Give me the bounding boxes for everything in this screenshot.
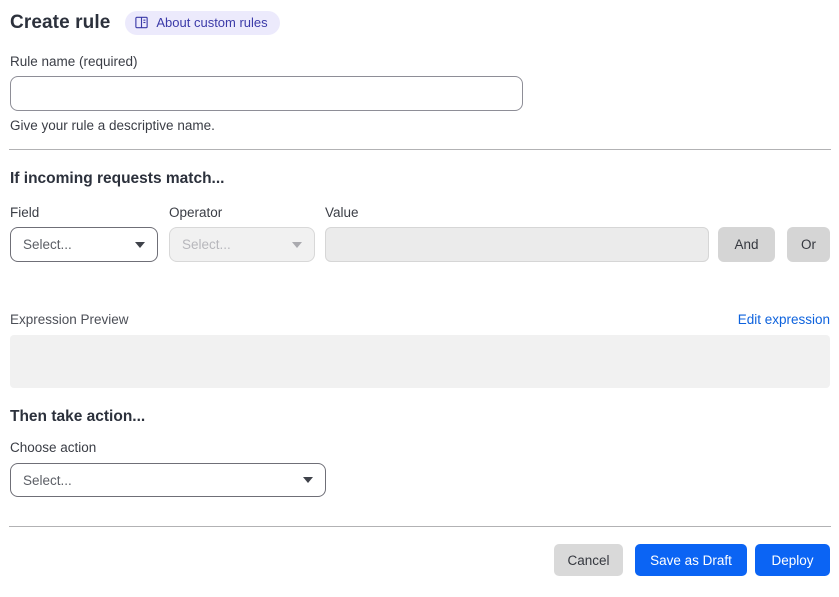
- operator-select[interactable]: Select...: [169, 227, 315, 262]
- rule-name-input[interactable]: [10, 76, 523, 111]
- section-divider: [9, 149, 831, 150]
- builder-row: Select... Select... And Or: [10, 227, 830, 262]
- or-button[interactable]: Or: [787, 227, 830, 262]
- rule-name-help: Give your rule a descriptive name.: [10, 118, 215, 133]
- footer-divider: [9, 526, 831, 527]
- match-section-heading: If incoming requests match...: [10, 170, 225, 187]
- operator-label: Operator: [169, 205, 223, 220]
- footer-actions: Cancel Save as Draft Deploy: [10, 544, 830, 576]
- field-label: Field: [10, 205, 40, 220]
- operator-select-value: Select...: [182, 237, 231, 252]
- chevron-down-icon: [292, 241, 302, 248]
- value-input[interactable]: [325, 227, 709, 262]
- page-title: Create rule: [10, 11, 111, 33]
- field-select[interactable]: Select...: [10, 227, 158, 262]
- about-badge-label: About custom rules: [156, 15, 268, 30]
- expression-preview-row: Expression Preview Edit expression: [10, 312, 830, 327]
- builder-labels-row: Field Operator Value: [10, 205, 830, 220]
- expression-preview-box: [10, 335, 830, 388]
- value-label: Value: [325, 205, 359, 220]
- deploy-button[interactable]: Deploy: [755, 544, 830, 576]
- cancel-button[interactable]: Cancel: [554, 544, 623, 576]
- choose-action-label: Choose action: [10, 440, 97, 455]
- and-button[interactable]: And: [718, 227, 775, 262]
- field-select-value: Select...: [23, 237, 72, 252]
- expression-preview-label: Expression Preview: [10, 312, 129, 327]
- choose-action-select[interactable]: Select...: [10, 463, 326, 497]
- action-section-heading: Then take action...: [10, 408, 146, 425]
- chevron-down-icon: [135, 241, 145, 248]
- rule-name-label: Rule name (required): [10, 54, 138, 69]
- save-as-draft-button[interactable]: Save as Draft: [635, 544, 747, 576]
- edit-expression-link[interactable]: Edit expression: [738, 312, 830, 327]
- book-icon: [134, 15, 149, 30]
- create-rule-page: Create rule About custom rules Rule name…: [0, 0, 839, 576]
- about-custom-rules-badge[interactable]: About custom rules: [125, 10, 280, 35]
- page-header: Create rule About custom rules: [10, 9, 830, 36]
- chevron-down-icon: [303, 477, 313, 483]
- choose-action-value: Select...: [23, 472, 72, 488]
